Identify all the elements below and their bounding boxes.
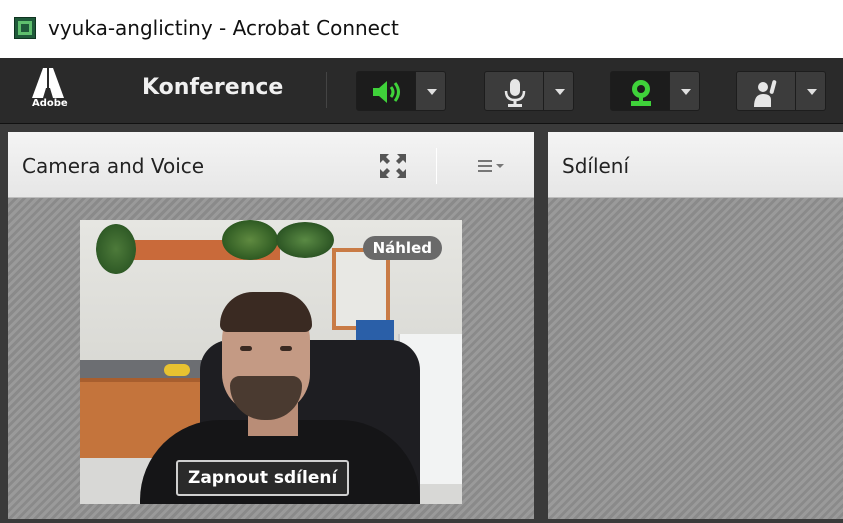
connect-app-icon <box>14 17 36 39</box>
share-pod-header: Sdílení <box>548 132 843 198</box>
speaker-button[interactable] <box>356 71 416 111</box>
speaker-dropdown[interactable] <box>416 71 446 111</box>
start-sharing-button[interactable]: Zapnout sdílení <box>176 460 350 496</box>
preview-badge: Náhled <box>362 236 442 260</box>
fullscreen-icon[interactable] <box>378 152 408 180</box>
adobe-logo <box>26 64 70 120</box>
webcam-preview-video: Náhled Zapnout sdílení <box>80 220 462 504</box>
raise-hand-control <box>736 71 826 111</box>
toolbar-separator <box>326 72 327 108</box>
main-toolbar: Adobe Konference <box>0 58 843 124</box>
speaker-control <box>356 71 446 111</box>
webcam-dropdown[interactable] <box>670 71 700 111</box>
camera-voice-pod: Camera and Voice Náhled Zapnout sdílení <box>8 132 534 519</box>
microphone-icon <box>504 79 526 107</box>
raise-hand-button[interactable] <box>736 71 796 111</box>
webcam-icon <box>631 80 651 106</box>
webcam-control <box>610 71 700 111</box>
share-pod: Sdílení <box>548 132 843 519</box>
share-pod-title: Sdílení <box>562 154 630 178</box>
microphone-dropdown[interactable] <box>544 71 574 111</box>
window-title: vyuka-anglictiny - Acrobat Connect <box>48 16 399 40</box>
adobe-logo-label: Adobe <box>32 98 68 109</box>
speaker-icon <box>373 81 400 103</box>
window-titlebar: vyuka-anglictiny - Acrobat Connect <box>0 0 843 58</box>
raise-hand-dropdown[interactable] <box>796 71 826 111</box>
camera-voice-pod-title: Camera and Voice <box>22 154 205 178</box>
app-name: Konference <box>142 75 284 100</box>
pod-area: Camera and Voice Náhled Zapnout sdílení … <box>0 124 843 523</box>
raise-hand-icon <box>754 80 777 107</box>
microphone-control <box>484 71 574 111</box>
pod-header-separator <box>436 148 437 184</box>
microphone-button[interactable] <box>484 71 544 111</box>
webcam-button[interactable] <box>610 71 670 111</box>
pod-options-menu-icon[interactable] <box>476 156 508 176</box>
camera-voice-pod-header: Camera and Voice <box>8 132 534 198</box>
